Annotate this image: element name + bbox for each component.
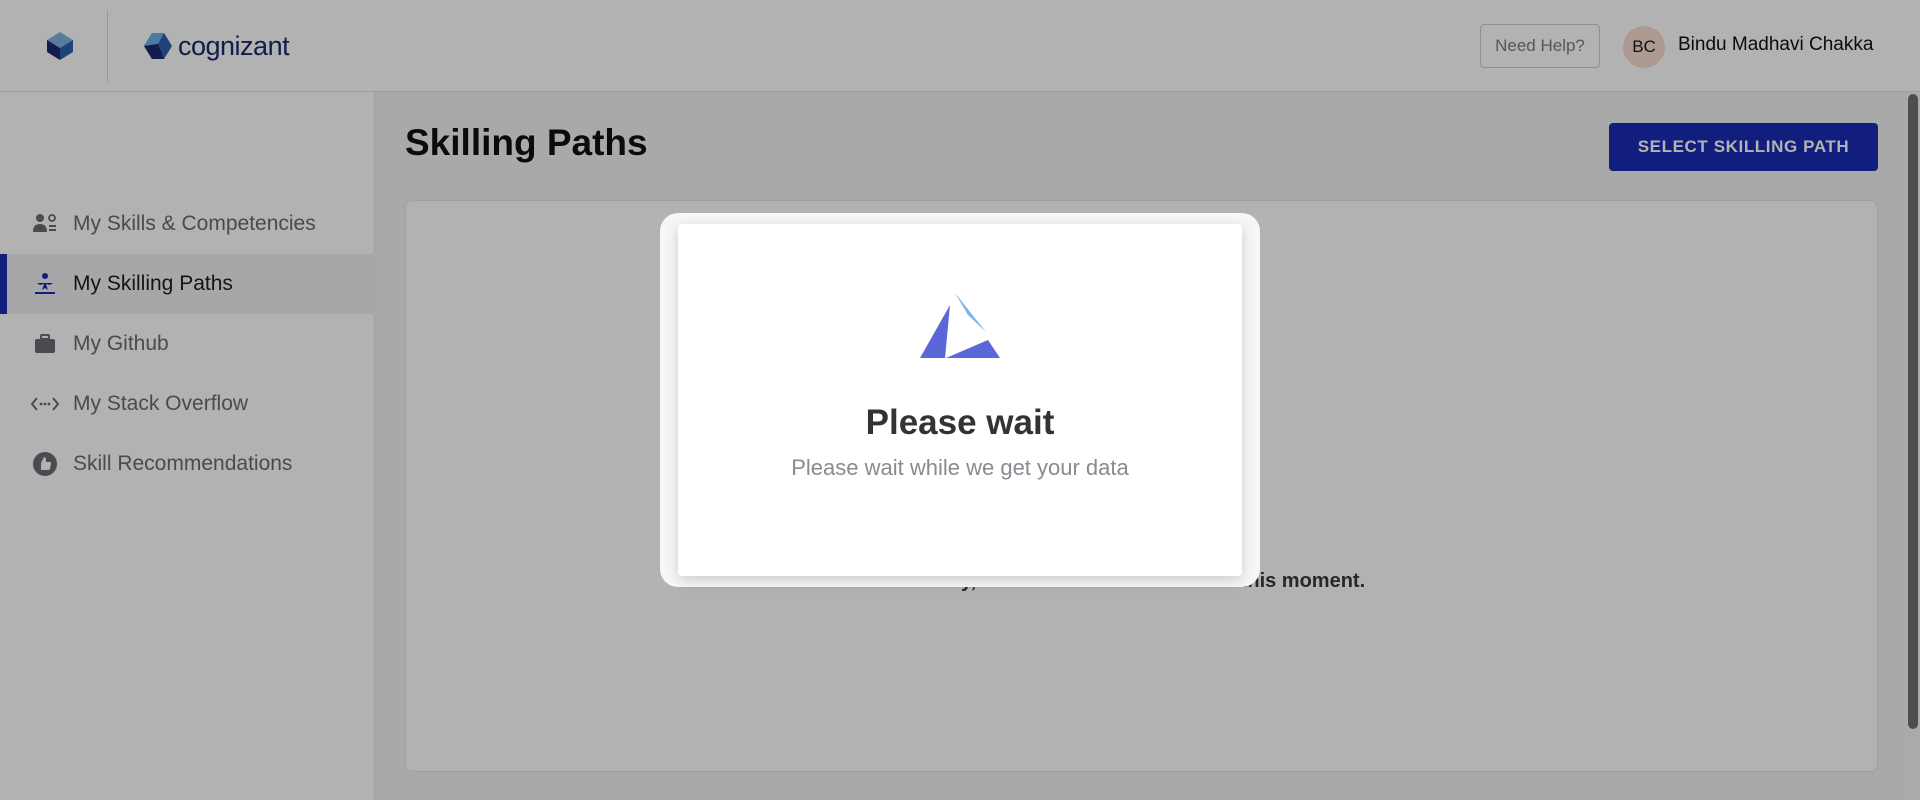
triangle-logo-icon bbox=[920, 293, 1000, 358]
loading-modal-frame: Please wait Please wait while we get you… bbox=[660, 213, 1260, 587]
modal-subtitle: Please wait while we get your data bbox=[791, 455, 1129, 480]
modal-title: Please wait bbox=[865, 403, 1055, 442]
app: cognizant Need Help? BC Bindu Madhavi Ch… bbox=[0, 0, 1920, 800]
loading-modal: Please wait Please wait while we get you… bbox=[678, 224, 1242, 576]
